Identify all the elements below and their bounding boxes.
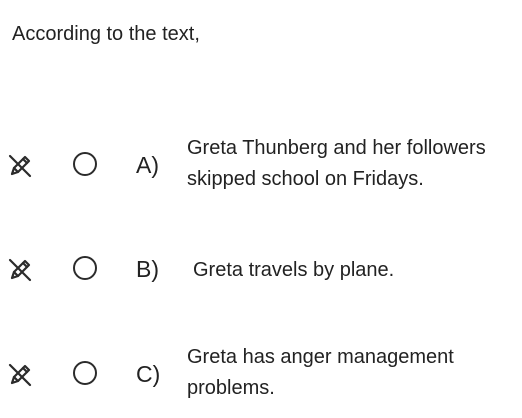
answer-option-b[interactable]: B) Greta travels by plane. <box>0 237 522 301</box>
pencil-slash-icon[interactable] <box>4 359 36 391</box>
radio-button-c[interactable] <box>73 361 97 385</box>
option-letter: C) <box>136 361 161 387</box>
answer-option-a[interactable]: A) Greta Thunberg and her followers skip… <box>0 133 522 197</box>
pencil-slash-icon[interactable] <box>4 150 36 182</box>
question-prompt: According to the text, <box>12 23 200 45</box>
option-text[interactable]: Greta has anger management problems. <box>187 342 517 404</box>
option-letter: A) <box>136 152 159 178</box>
option-text[interactable]: Greta Thunberg and her followers skipped… <box>187 133 517 195</box>
radio-button-a[interactable] <box>73 152 97 176</box>
answer-option-c[interactable]: C) Greta has anger management problems. <box>0 342 522 406</box>
pencil-slash-icon[interactable] <box>4 254 36 286</box>
radio-button-b[interactable] <box>73 256 97 280</box>
option-text[interactable]: Greta travels by plane. <box>193 255 522 286</box>
option-letter: B) <box>136 256 159 282</box>
